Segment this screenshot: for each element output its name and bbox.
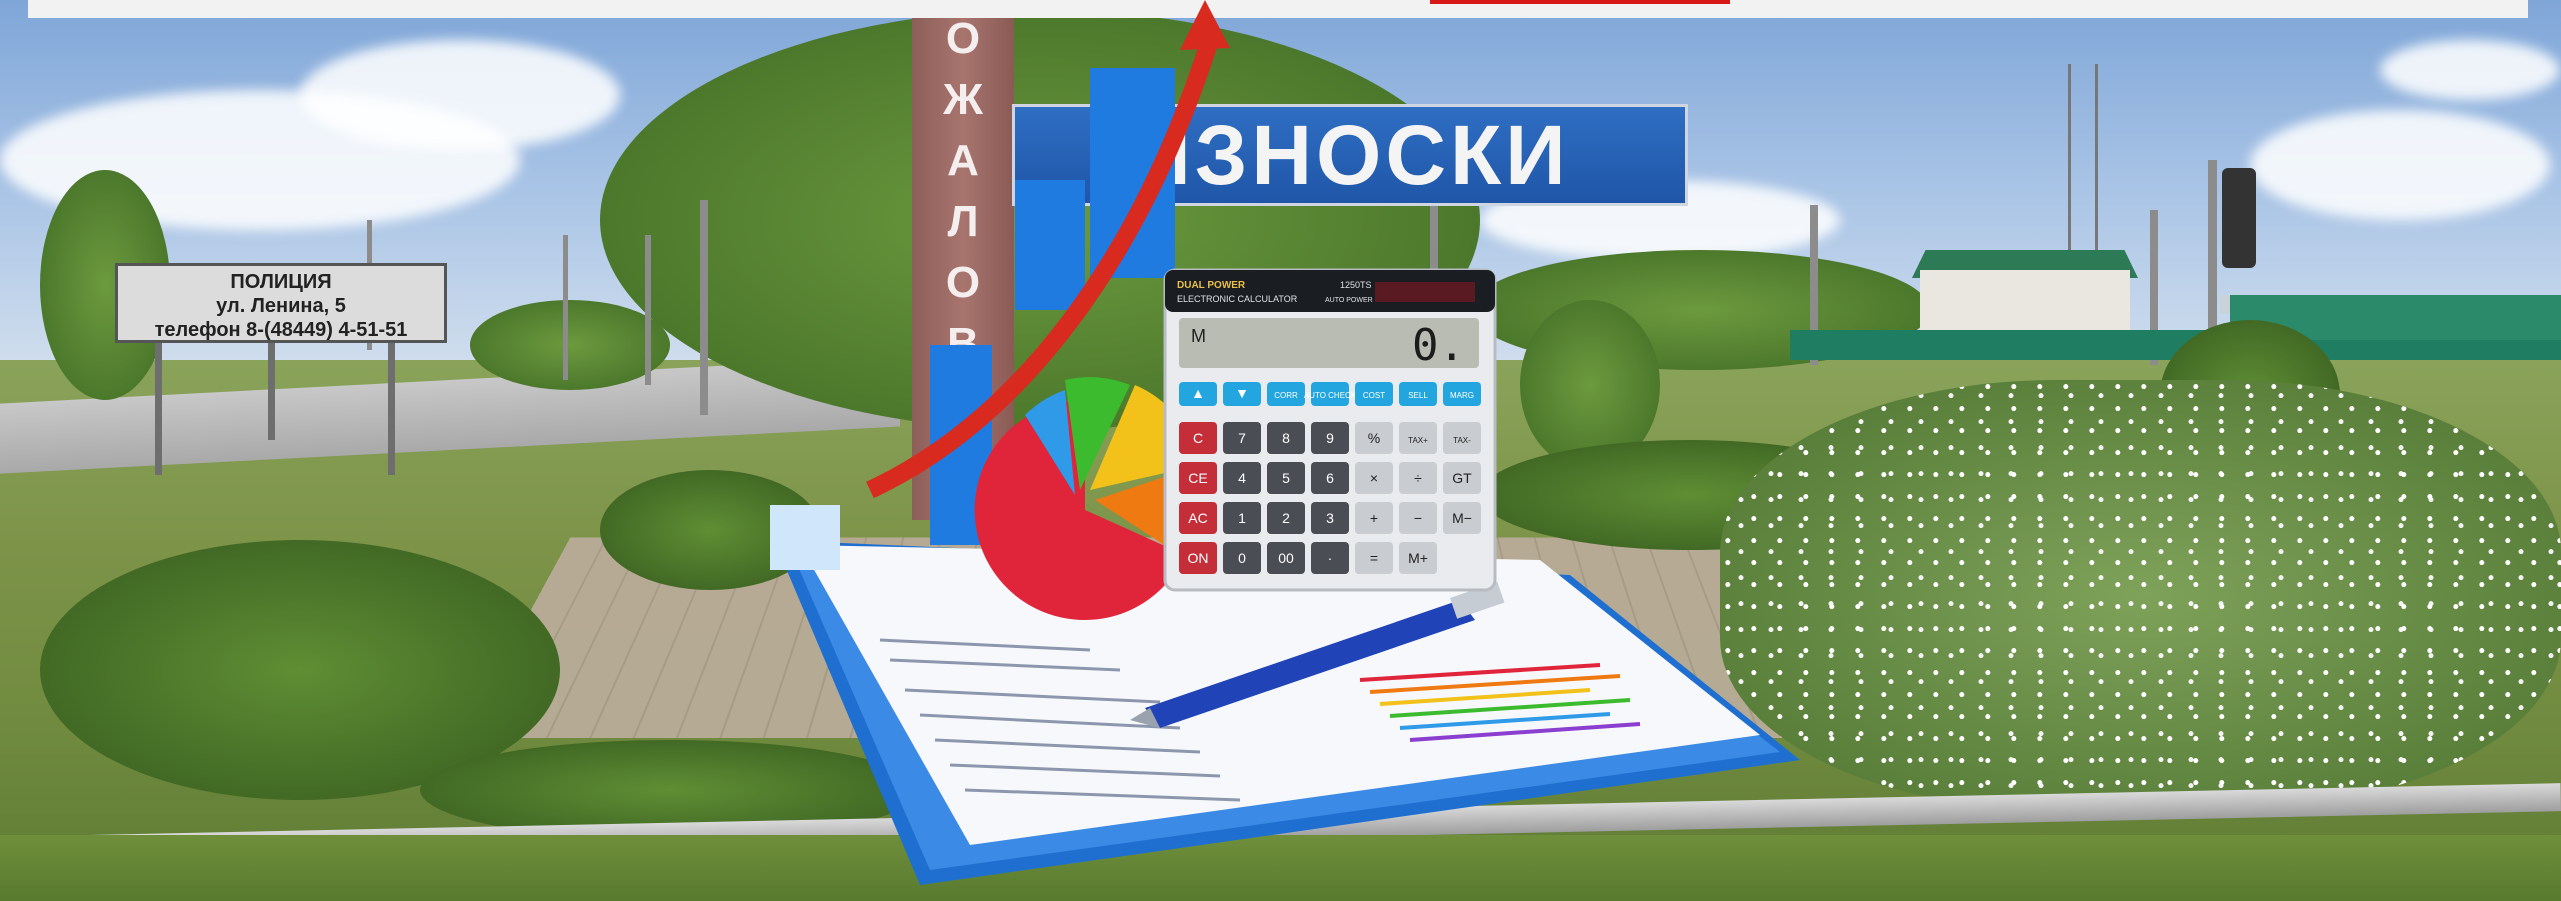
calculator-key-label: % bbox=[1368, 430, 1380, 446]
calculator-key-label: 4 bbox=[1238, 470, 1246, 486]
calculator-key-label: COST bbox=[1363, 391, 1385, 400]
utility-pole bbox=[700, 200, 708, 415]
calculator-key-label: GT bbox=[1452, 470, 1472, 486]
calculator-model: 1250TS bbox=[1340, 280, 1372, 290]
calculator-key-label: · bbox=[1328, 550, 1333, 566]
calculator-key-label: 0 bbox=[1238, 550, 1246, 566]
calculator-key-label: SELL bbox=[1408, 391, 1428, 400]
arrow-head bbox=[1180, 0, 1230, 50]
calculator-memory-indicator: M bbox=[1191, 326, 1206, 346]
white-flower-bed bbox=[1720, 380, 2561, 810]
calculator-key-label: ÷ bbox=[1414, 470, 1422, 486]
calculator-key-label: 5 bbox=[1282, 470, 1290, 486]
utility-pole bbox=[645, 235, 651, 385]
calculator-brand-line2: ELECTRONIC CALCULATOR bbox=[1177, 294, 1298, 304]
calculator-key-label: AUTO CHECK bbox=[1304, 391, 1357, 400]
calculator-key-label: + bbox=[1370, 510, 1378, 526]
growth-bar bbox=[1015, 180, 1085, 310]
utility-pole bbox=[563, 235, 568, 380]
police-sign: ПОЛИЦИЯ ул. Ленина, 5 телефон 8-(48449) … bbox=[115, 263, 447, 343]
calculator-key-label: TAX- bbox=[1453, 436, 1471, 445]
calculator-key-label: ON bbox=[1188, 550, 1209, 566]
cloud bbox=[300, 40, 620, 150]
calculator-key-label: MARG bbox=[1450, 391, 1474, 400]
sign-post bbox=[388, 340, 395, 475]
calculator-key-label: 7 bbox=[1238, 430, 1246, 446]
calculator-display-value: 0. bbox=[1412, 320, 1465, 371]
calculator-key-label: M+ bbox=[1408, 550, 1428, 566]
cloud bbox=[2380, 40, 2560, 100]
calculator-key-label: 8 bbox=[1282, 430, 1290, 446]
calculator-key-label: 2 bbox=[1282, 510, 1290, 526]
calculator-key-label: 00 bbox=[1278, 550, 1294, 566]
calculator-key-label: × bbox=[1370, 470, 1378, 486]
calculator-key-label: 1 bbox=[1238, 510, 1246, 526]
sign-post bbox=[155, 340, 162, 475]
calculator-key-label: TAX+ bbox=[1408, 436, 1428, 445]
calculator-key-label: CE bbox=[1188, 470, 1207, 486]
sign-post bbox=[268, 340, 275, 440]
calculator-key-label: CORR bbox=[1274, 391, 1298, 400]
calculator-key-label: 6 bbox=[1326, 470, 1334, 486]
calculator-key-label: ▲ bbox=[1191, 385, 1205, 401]
photo-scene: ПОЛИЦИЯ ул. Ленина, 5 телефон 8-(48449) … bbox=[0, 0, 2561, 901]
calculator-key-label: ▼ bbox=[1235, 385, 1249, 401]
police-sign-line1: ПОЛИЦИЯ bbox=[230, 271, 332, 293]
traffic-light bbox=[2222, 168, 2256, 268]
tree bbox=[470, 300, 670, 390]
growth-bar bbox=[770, 505, 840, 570]
calculator-brand-line1: DUAL POWER bbox=[1177, 280, 1246, 291]
police-sign-line3: телефон 8-(48449) 4-51-51 bbox=[154, 319, 408, 341]
calculator-key-label: 9 bbox=[1326, 430, 1334, 446]
calculator-key-label: − bbox=[1414, 510, 1422, 526]
calculator-key-label: M− bbox=[1452, 510, 1472, 526]
calculator: DUAL POWER ELECTRONIC CALCULATOR 1250TS … bbox=[1163, 268, 1497, 592]
police-sign-line2: ул. Ленина, 5 bbox=[216, 295, 346, 317]
calculator-key-label: = bbox=[1370, 550, 1378, 566]
power-mast bbox=[2068, 64, 2098, 274]
calculator-key-label: 3 bbox=[1326, 510, 1334, 526]
calculator-key-label: C bbox=[1193, 430, 1203, 446]
calculator-key-label: AC bbox=[1188, 510, 1207, 526]
finance-illustration: DUAL POWER ELECTRONIC CALCULATOR 1250TS … bbox=[770, 0, 1800, 885]
cloud bbox=[2250, 110, 2550, 220]
